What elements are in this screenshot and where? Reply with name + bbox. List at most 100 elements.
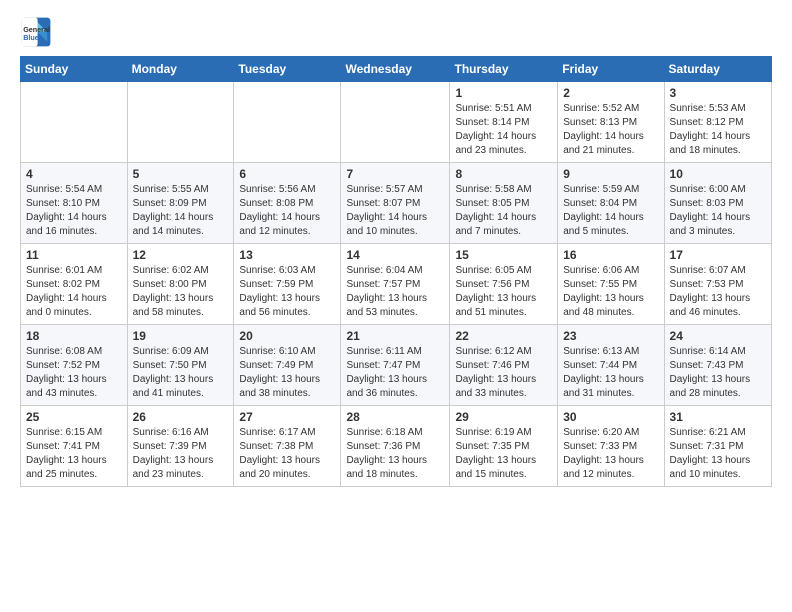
day-number: 18 bbox=[26, 329, 122, 343]
day-cell: 17 Sunrise: 6:07 AM Sunset: 7:53 PM Dayli… bbox=[664, 244, 771, 325]
day-number: 7 bbox=[346, 167, 444, 181]
day-cell: 23 Sunrise: 6:13 AM Sunset: 7:44 PM Dayli… bbox=[558, 325, 664, 406]
day-info: Sunrise: 5:54 AM Sunset: 8:10 PM Dayligh… bbox=[26, 183, 122, 239]
day-info: Sunrise: 6:19 AM Sunset: 7:35 PM Dayligh… bbox=[455, 426, 552, 482]
day-info: Sunrise: 6:16 AM Sunset: 7:39 PM Dayligh… bbox=[133, 426, 229, 482]
day-info: Sunrise: 6:13 AM Sunset: 7:44 PM Dayligh… bbox=[563, 345, 658, 401]
day-number: 25 bbox=[26, 410, 122, 424]
weekday-header-tuesday: Tuesday bbox=[234, 57, 341, 82]
day-number: 9 bbox=[563, 167, 658, 181]
weekday-header-wednesday: Wednesday bbox=[341, 57, 450, 82]
day-cell: 11 Sunrise: 6:01 AM Sunset: 8:02 PM Dayli… bbox=[21, 244, 128, 325]
day-info: Sunrise: 5:55 AM Sunset: 8:09 PM Dayligh… bbox=[133, 183, 229, 239]
day-cell: 18 Sunrise: 6:08 AM Sunset: 7:52 PM Dayli… bbox=[21, 325, 128, 406]
day-number: 22 bbox=[455, 329, 552, 343]
day-info: Sunrise: 5:57 AM Sunset: 8:07 PM Dayligh… bbox=[346, 183, 444, 239]
calendar-header: SundayMondayTuesdayWednesdayThursdayFrid… bbox=[21, 57, 772, 82]
day-cell: 22Sunrise: 6:12 AM Sunset: 7:46 PM Dayli… bbox=[450, 325, 558, 406]
day-cell: 8 Sunrise: 5:58 AM Sunset: 8:05 PM Daylig… bbox=[450, 163, 558, 244]
week-row-1: 1 Sunrise: 5:51 AM Sunset: 8:14 PM Daylig… bbox=[21, 82, 772, 163]
day-number: 20 bbox=[239, 329, 335, 343]
logo: General Blue bbox=[20, 16, 56, 48]
day-number: 19 bbox=[133, 329, 229, 343]
day-cell: 5 Sunrise: 5:55 AM Sunset: 8:09 PM Daylig… bbox=[127, 163, 234, 244]
weekday-header-friday: Friday bbox=[558, 57, 664, 82]
day-info: Sunrise: 5:52 AM Sunset: 8:13 PM Dayligh… bbox=[563, 102, 658, 158]
day-info: Sunrise: 6:14 AM Sunset: 7:43 PM Dayligh… bbox=[670, 345, 766, 401]
day-number: 29 bbox=[455, 410, 552, 424]
day-cell: 16 Sunrise: 6:06 AM Sunset: 7:55 PM Dayli… bbox=[558, 244, 664, 325]
day-number: 10 bbox=[670, 167, 766, 181]
day-info: Sunrise: 6:00 AM Sunset: 8:03 PM Dayligh… bbox=[670, 183, 766, 239]
day-cell: 29 Sunrise: 6:19 AM Sunset: 7:35 PM Dayli… bbox=[450, 406, 558, 487]
day-number: 30 bbox=[563, 410, 658, 424]
day-cell: 13 Sunrise: 6:03 AM Sunset: 7:59 PM Dayli… bbox=[234, 244, 341, 325]
day-info: Sunrise: 6:06 AM Sunset: 7:55 PM Dayligh… bbox=[563, 264, 658, 320]
day-cell: 28Sunrise: 6:18 AM Sunset: 7:36 PM Dayli… bbox=[341, 406, 450, 487]
day-cell: 20 Sunrise: 6:10 AM Sunset: 7:49 PM Dayli… bbox=[234, 325, 341, 406]
day-number: 16 bbox=[563, 248, 658, 262]
day-info: Sunrise: 6:04 AM Sunset: 7:57 PM Dayligh… bbox=[346, 264, 444, 320]
day-cell: 4Sunrise: 5:54 AM Sunset: 8:10 PM Daylig… bbox=[21, 163, 128, 244]
day-info: Sunrise: 6:08 AM Sunset: 7:52 PM Dayligh… bbox=[26, 345, 122, 401]
day-number: 1 bbox=[455, 86, 552, 100]
day-number: 23 bbox=[563, 329, 658, 343]
day-cell: 1 Sunrise: 5:51 AM Sunset: 8:14 PM Daylig… bbox=[450, 82, 558, 163]
day-info: Sunrise: 5:51 AM Sunset: 8:14 PM Dayligh… bbox=[455, 102, 552, 158]
week-row-4: 18 Sunrise: 6:08 AM Sunset: 7:52 PM Dayli… bbox=[21, 325, 772, 406]
day-info: Sunrise: 5:59 AM Sunset: 8:04 PM Dayligh… bbox=[563, 183, 658, 239]
day-number: 15 bbox=[455, 248, 552, 262]
day-info: Sunrise: 6:09 AM Sunset: 7:50 PM Dayligh… bbox=[133, 345, 229, 401]
day-cell bbox=[127, 82, 234, 163]
day-number: 11 bbox=[26, 248, 122, 262]
day-cell: 9 Sunrise: 5:59 AM Sunset: 8:04 PM Daylig… bbox=[558, 163, 664, 244]
day-number: 24 bbox=[670, 329, 766, 343]
day-number: 14 bbox=[346, 248, 444, 262]
day-cell: 7 Sunrise: 5:57 AM Sunset: 8:07 PM Daylig… bbox=[341, 163, 450, 244]
svg-text:Blue: Blue bbox=[23, 33, 39, 42]
day-cell bbox=[341, 82, 450, 163]
day-number: 2 bbox=[563, 86, 658, 100]
week-row-5: 25Sunrise: 6:15 AM Sunset: 7:41 PM Dayli… bbox=[21, 406, 772, 487]
day-info: Sunrise: 6:11 AM Sunset: 7:47 PM Dayligh… bbox=[346, 345, 444, 401]
day-info: Sunrise: 6:03 AM Sunset: 7:59 PM Dayligh… bbox=[239, 264, 335, 320]
day-cell: 14 Sunrise: 6:04 AM Sunset: 7:57 PM Dayli… bbox=[341, 244, 450, 325]
weekday-header-saturday: Saturday bbox=[664, 57, 771, 82]
day-info: Sunrise: 5:58 AM Sunset: 8:05 PM Dayligh… bbox=[455, 183, 552, 239]
day-cell: 2 Sunrise: 5:52 AM Sunset: 8:13 PM Daylig… bbox=[558, 82, 664, 163]
day-cell: 6 Sunrise: 5:56 AM Sunset: 8:08 PM Daylig… bbox=[234, 163, 341, 244]
day-number: 13 bbox=[239, 248, 335, 262]
day-cell bbox=[21, 82, 128, 163]
day-info: Sunrise: 5:56 AM Sunset: 8:08 PM Dayligh… bbox=[239, 183, 335, 239]
day-cell: 30Sunrise: 6:20 AM Sunset: 7:33 PM Dayli… bbox=[558, 406, 664, 487]
day-number: 21 bbox=[346, 329, 444, 343]
day-number: 6 bbox=[239, 167, 335, 181]
day-cell: 19 Sunrise: 6:09 AM Sunset: 7:50 PM Dayli… bbox=[127, 325, 234, 406]
day-cell: 15Sunrise: 6:05 AM Sunset: 7:56 PM Dayli… bbox=[450, 244, 558, 325]
day-number: 12 bbox=[133, 248, 229, 262]
day-number: 3 bbox=[670, 86, 766, 100]
day-cell: 3 Sunrise: 5:53 AM Sunset: 8:12 PM Daylig… bbox=[664, 82, 771, 163]
day-info: Sunrise: 5:53 AM Sunset: 8:12 PM Dayligh… bbox=[670, 102, 766, 158]
week-row-3: 11 Sunrise: 6:01 AM Sunset: 8:02 PM Dayli… bbox=[21, 244, 772, 325]
header: General Blue bbox=[20, 16, 772, 48]
day-number: 17 bbox=[670, 248, 766, 262]
day-info: Sunrise: 6:17 AM Sunset: 7:38 PM Dayligh… bbox=[239, 426, 335, 482]
weekday-row: SundayMondayTuesdayWednesdayThursdayFrid… bbox=[21, 57, 772, 82]
day-info: Sunrise: 6:10 AM Sunset: 7:49 PM Dayligh… bbox=[239, 345, 335, 401]
day-info: Sunrise: 6:02 AM Sunset: 8:00 PM Dayligh… bbox=[133, 264, 229, 320]
day-info: Sunrise: 6:07 AM Sunset: 7:53 PM Dayligh… bbox=[670, 264, 766, 320]
day-cell: 21 Sunrise: 6:11 AM Sunset: 7:47 PM Dayli… bbox=[341, 325, 450, 406]
day-cell bbox=[234, 82, 341, 163]
day-cell: 24 Sunrise: 6:14 AM Sunset: 7:43 PM Dayli… bbox=[664, 325, 771, 406]
day-cell: 26 Sunrise: 6:16 AM Sunset: 7:39 PM Dayli… bbox=[127, 406, 234, 487]
day-number: 27 bbox=[239, 410, 335, 424]
day-number: 8 bbox=[455, 167, 552, 181]
day-number: 26 bbox=[133, 410, 229, 424]
logo-icon: General Blue bbox=[20, 16, 52, 48]
day-info: Sunrise: 6:01 AM Sunset: 8:02 PM Dayligh… bbox=[26, 264, 122, 320]
day-number: 5 bbox=[133, 167, 229, 181]
day-cell: 31Sunrise: 6:21 AM Sunset: 7:31 PM Dayli… bbox=[664, 406, 771, 487]
day-number: 31 bbox=[670, 410, 766, 424]
calendar-body: 1 Sunrise: 5:51 AM Sunset: 8:14 PM Daylig… bbox=[21, 82, 772, 487]
